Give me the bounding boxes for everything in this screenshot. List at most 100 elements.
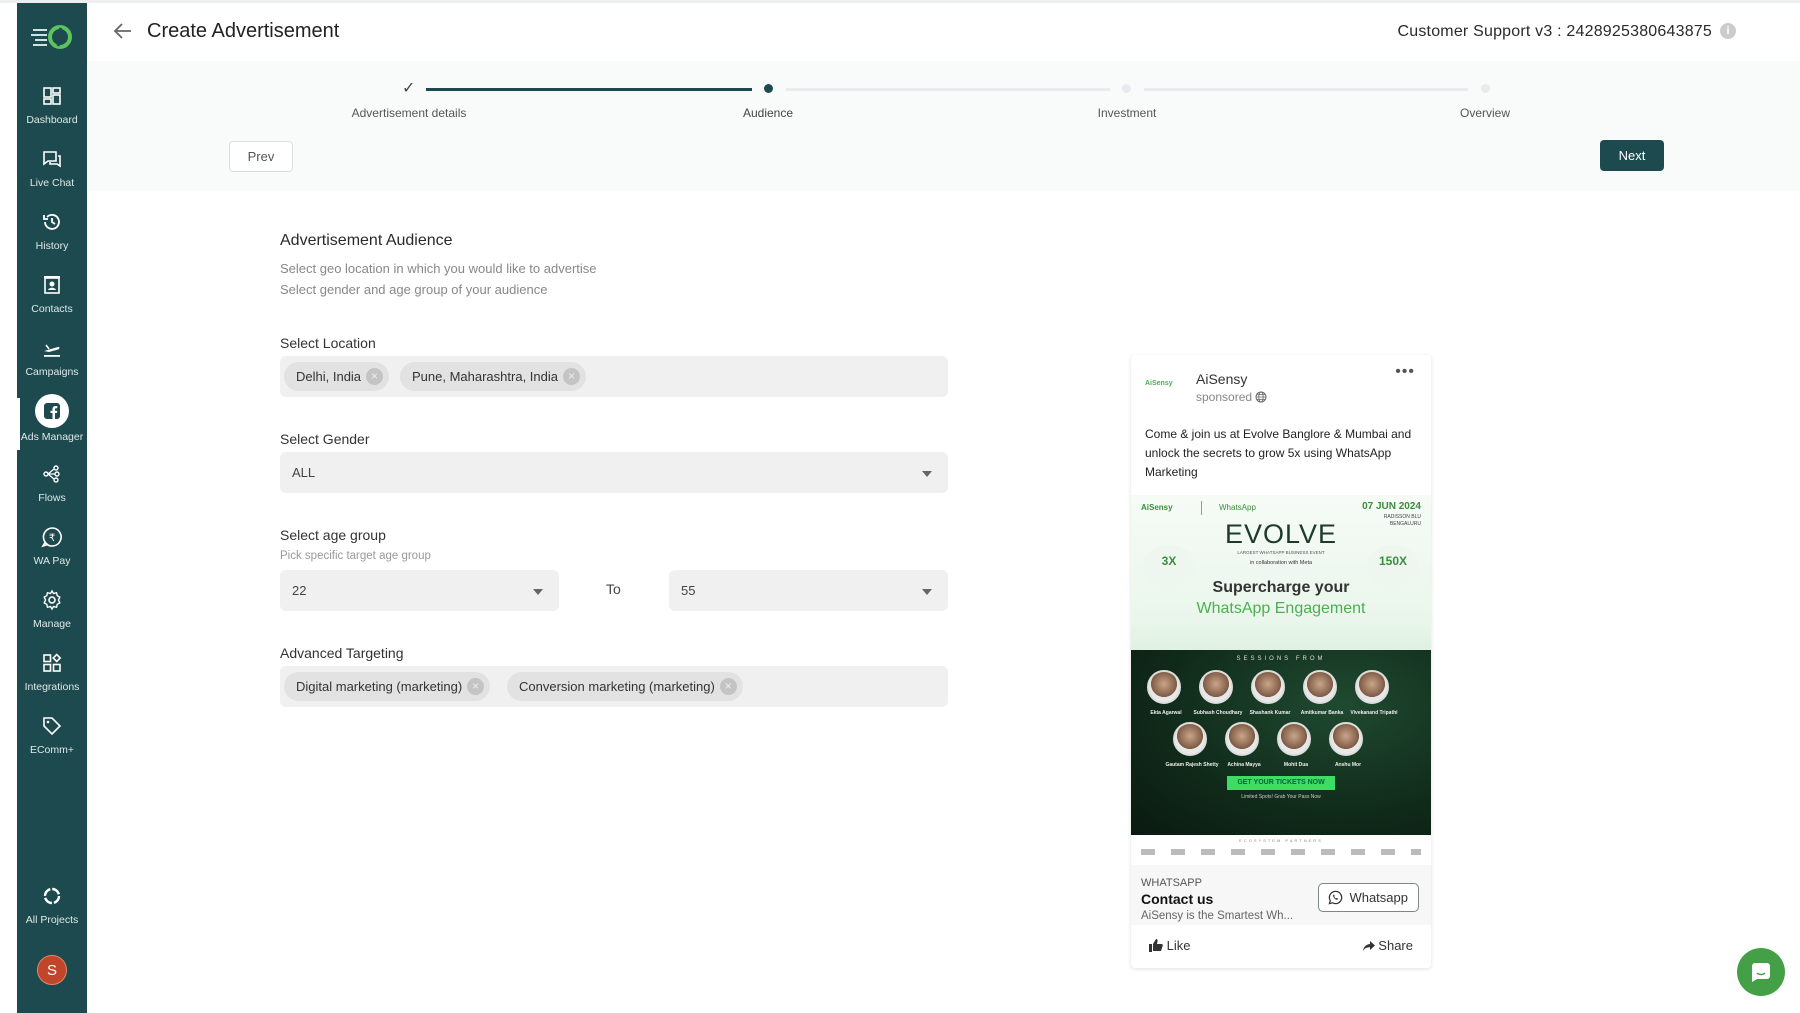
sidebar-item-history[interactable]: History [17,211,87,273]
brand-name: AiSensy [1196,371,1248,387]
location-chip: Delhi, India × [284,362,390,391]
ad-sessions: SESSIONS FROM [1236,656,1326,662]
chevron-down-icon [533,588,543,595]
share-button[interactable]: Share [1362,938,1413,953]
speaker-photo [1303,670,1337,704]
app-logo[interactable] [31,23,73,51]
speaker-name: Achina Mayya [1227,762,1261,768]
sidebar-item-label: WA Pay [33,555,71,567]
sponsored-label: sponsored [1196,390,1267,404]
step-advertisement-details[interactable]: Advertisement details [352,106,467,120]
ad-image-speakers: SESSIONS FROM Ekta Agarwal Subhash Choudh… [1131,650,1431,835]
ad-date: 07 JUN 2024 [1362,501,1421,512]
tickets-cta: GET YOUR TICKETS NOW [1227,776,1335,790]
age-from-value: 22 [292,583,307,598]
chip-remove-icon[interactable]: × [366,368,384,385]
stepper-line-done [426,88,752,91]
ad-partners-label: ECOSYSTEM PARTNERS [1239,838,1323,843]
sidebar-item-wa-pay[interactable]: ₹ WA Pay [17,526,87,588]
targeting-chip: Digital marketing (marketing) × [284,672,491,701]
speaker-photo [1225,722,1259,756]
ad-footer: WHATSAPP Contact us AiSensy is the Smart… [1131,865,1431,925]
whatsapp-icon [1328,890,1343,905]
ad-partner-logos [1141,849,1421,855]
age-to-label: To [606,581,621,597]
section-title: Advertisement Audience [280,232,453,249]
support-chat-button[interactable] [1737,948,1785,996]
age-hint: Pick specific target age group [280,550,431,562]
targeting-input[interactable]: Digital marketing (marketing) × Conversi… [280,666,948,707]
chat-icon [43,151,61,168]
thumbs-up-icon [1149,939,1163,952]
sidebar-item-ads-manager[interactable]: Ads Manager [17,394,87,462]
next-button[interactable]: Next [1600,140,1664,171]
sidebar-item-contacts[interactable]: Contacts [17,274,87,336]
speaker-photo [1251,670,1285,704]
info-icon[interactable]: i [1720,23,1736,39]
speaker-photo [1329,722,1363,756]
ad-partners-strip: ECOSYSTEM PARTNERS [1131,835,1431,865]
prev-button[interactable]: Prev [229,141,293,172]
ad-text: Come & join us at Evolve Banglore & Mumb… [1145,427,1412,479]
facebook-icon [44,403,60,419]
rupee-icon: ₹ [41,527,62,548]
sidebar-item-label: Manage [33,618,71,630]
chip-remove-icon[interactable]: × [719,678,737,695]
stepper-line-todo [1144,88,1468,91]
back-button[interactable] [111,19,135,43]
project-name: Customer Support v3 : 2428925380643875 [1397,23,1712,40]
step-audience[interactable]: Audience [743,106,793,120]
like-button[interactable]: Like [1149,938,1190,953]
more-options-icon[interactable]: ••• [1395,363,1415,381]
step-overview[interactable]: Overview [1460,106,1510,120]
targeting-label: Advanced Targeting [280,645,404,661]
ad-divider [1201,501,1202,515]
stepper-line-todo [786,88,1110,91]
sidebar-item-label: Live Chat [29,177,75,189]
age-label: Select age group [280,527,386,543]
stepper-dot-current [764,84,773,93]
sidebar-item-dashboard[interactable]: Dashboard [17,85,87,147]
gender-value: ALL [292,465,316,480]
stepper-dot-todo [1122,84,1131,93]
speaker-name: Gautam Rajesh Shetty [1165,762,1219,768]
gear-icon [43,589,61,611]
sidebar-item-label: Dashboard [26,114,78,126]
ad-brand-right: WhatsApp [1219,503,1256,512]
gender-select[interactable]: ALL [280,452,948,493]
stepper-band [87,61,1800,191]
avatar[interactable]: S [37,955,67,985]
sidebar-item-flows[interactable]: Flows [17,463,87,525]
cta-kind: WHATSAPP [1141,877,1202,889]
campaigns-icon [44,344,60,357]
step-investment[interactable]: Investment [1098,106,1157,120]
globe-icon [1255,391,1267,403]
ad-preview-card: AiSensy AiSensy sponsored ••• Come & joi… [1131,355,1431,968]
ad-actions: Like Share [1131,925,1431,968]
sidebar: Dashboard Live Chat History Contacts Cam… [17,3,87,1013]
speaker-name: Anshu Mor [1334,762,1362,768]
section-subtitle: Select gender and age group of your audi… [280,282,548,297]
chevron-down-icon [922,470,932,477]
dashboard-icon [43,87,61,105]
chip-remove-icon[interactable]: × [467,678,485,695]
sidebar-item-ecomm[interactable]: EComm+ [17,715,87,777]
whatsapp-button[interactable]: Whatsapp [1318,883,1419,912]
chip-remove-icon[interactable]: × [562,368,580,385]
svg-text:₹: ₹ [49,533,55,544]
location-input[interactable]: Delhi, India × Pune, Maharashtra, India … [280,356,948,397]
sidebar-item-campaigns[interactable]: Campaigns [17,337,87,399]
age-from-select[interactable]: 22 [280,570,559,611]
sidebar-item-label: Ads Manager [20,431,84,443]
sidebar-item-live-chat[interactable]: Live Chat [17,148,87,210]
all-projects-button[interactable]: All Projects [17,885,87,947]
ad-creative-image: AiSensy WhatsApp 07 JUN 2024 RADISSON BL… [1131,495,1431,865]
speaker-photo [1199,670,1233,704]
sidebar-item-integrations[interactable]: Integrations [17,652,87,714]
age-to-select[interactable]: 55 [669,570,948,611]
chevron-down-icon [922,588,932,595]
sidebar-item-label: Flows [38,492,66,504]
flows-icon [43,465,60,483]
sidebar-item-label: EComm+ [29,744,75,756]
sidebar-item-manage[interactable]: Manage [17,589,87,651]
